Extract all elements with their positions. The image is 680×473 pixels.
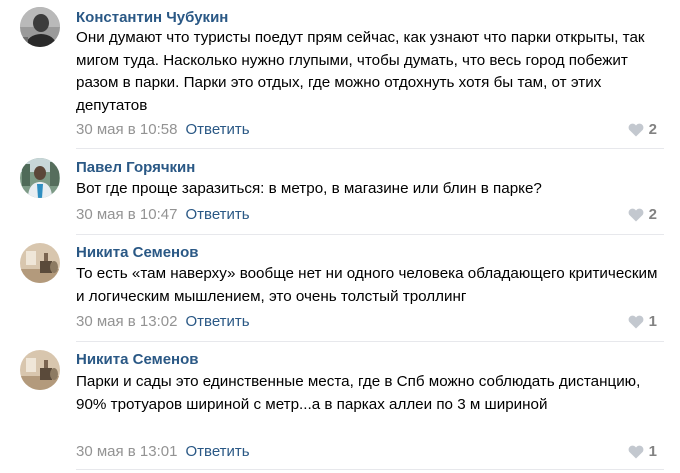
comment-text: То есть «там наверху» вообще нет ни одно… — [76, 265, 658, 305]
comment-date[interactable]: 30 мая в 10:58 — [76, 121, 177, 138]
like-count: 1 — [648, 313, 657, 330]
avatar[interactable] — [20, 350, 60, 390]
heart-icon — [628, 315, 644, 328]
room-photo-icon — [20, 243, 60, 283]
comment-author[interactable]: Никита Семенов — [76, 244, 199, 261]
comment-author[interactable]: Павел Горячкин — [76, 159, 195, 176]
like-button[interactable]: 2 — [628, 121, 657, 138]
comment-date[interactable]: 30 мая в 10:47 — [76, 206, 177, 223]
comment-date[interactable]: 30 мая в 13:01 — [76, 443, 177, 460]
heart-icon — [628, 208, 644, 221]
heart-icon — [628, 445, 644, 458]
divider — [76, 341, 664, 342]
comment-author[interactable]: Никита Семенов — [76, 351, 199, 368]
reply-button[interactable]: Ответить — [185, 443, 249, 460]
divider — [76, 148, 664, 149]
comment-author[interactable]: Константин Чубукин — [76, 9, 228, 26]
comment-text: Они думают что туристы поедут прям сейча… — [76, 29, 645, 114]
like-count: 2 — [648, 206, 657, 223]
comment-date[interactable]: 30 мая в 13:02 — [76, 313, 177, 330]
room-photo-icon — [20, 350, 60, 390]
heart-icon — [628, 123, 644, 136]
avatar[interactable] — [20, 243, 60, 283]
comment-meta: 30 мая в 13:02 Ответить — [76, 313, 250, 330]
grayscale-portrait-icon — [20, 7, 60, 47]
comment-text: Парки и сады это единственные места, где… — [76, 373, 641, 413]
like-button[interactable]: 1 — [628, 443, 657, 460]
divider — [76, 234, 664, 235]
like-count: 1 — [648, 443, 657, 460]
like-button[interactable]: 2 — [628, 206, 657, 223]
comment-meta: 30 мая в 13:01 Ответить — [76, 443, 250, 460]
reply-button[interactable]: Ответить — [185, 206, 249, 223]
comment-meta: 30 мая в 10:58 Ответить — [76, 121, 250, 138]
like-button[interactable]: 1 — [628, 313, 657, 330]
like-count: 2 — [648, 121, 657, 138]
comment-meta: 30 мая в 10:47 Ответить — [76, 206, 250, 223]
divider — [76, 469, 664, 470]
avatar[interactable] — [20, 158, 60, 198]
reply-button[interactable]: Ответить — [185, 121, 249, 138]
comment-text: Вот где проще заразиться: в метро, в маг… — [76, 180, 542, 197]
avatar[interactable] — [20, 7, 60, 47]
reply-button[interactable]: Ответить — [185, 313, 249, 330]
outdoor-portrait-icon — [20, 158, 60, 198]
comments-list: Константин Чубукин Они думают что турист… — [0, 0, 680, 473]
